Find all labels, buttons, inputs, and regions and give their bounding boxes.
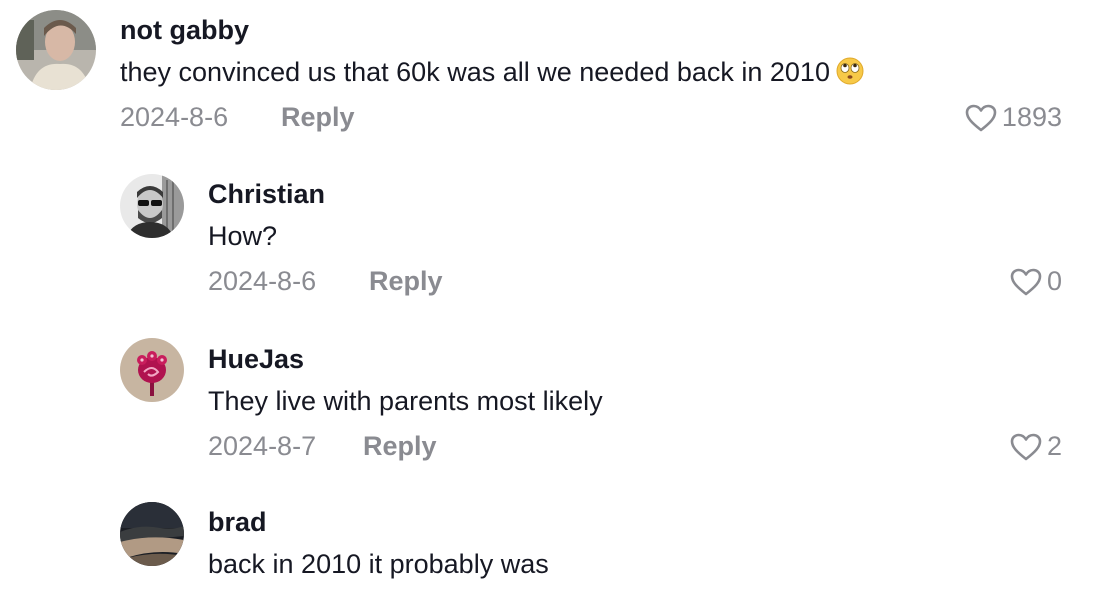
avatar[interactable]	[120, 338, 184, 402]
like-button[interactable]: 2	[1009, 431, 1062, 462]
like-count: 0	[1046, 266, 1062, 296]
comment-date: 2024-8-6	[120, 102, 229, 132]
avatar[interactable]	[16, 10, 96, 90]
reply-button[interactable]: Reply	[281, 102, 355, 133]
comment-username[interactable]: HueJas	[208, 344, 304, 375]
comment-username[interactable]: Christian	[208, 179, 325, 210]
comment-username[interactable]: brad	[208, 507, 267, 538]
comment-thread-main: not gabby they convinced us that 60k was…	[0, 0, 1098, 150]
reply-button[interactable]: Reply	[363, 431, 437, 462]
face-with-rolling-eyes-icon	[836, 57, 864, 92]
avatar[interactable]	[120, 502, 184, 566]
comment-date: 2024-8-6	[208, 266, 317, 296]
comment-date: 2024-8-7	[208, 431, 317, 461]
heart-icon	[1009, 432, 1043, 462]
heart-icon	[1009, 267, 1043, 297]
like-button[interactable]: 1893	[964, 102, 1062, 133]
comment-reply: HueJas They live with parents most likel…	[0, 330, 1098, 480]
like-count: 1893	[1001, 102, 1062, 132]
avatar[interactable]	[120, 174, 184, 238]
comment-reply: brad back in 2010 it probably was	[0, 494, 1098, 594]
comment-text: How?	[208, 221, 278, 251]
reply-button[interactable]: Reply	[369, 266, 443, 297]
comment-text: They live with parents most likely	[208, 386, 603, 416]
comment-username[interactable]: not gabby	[120, 15, 249, 46]
comment-text: they convinced us that 60k was all we ne…	[120, 57, 864, 92]
heart-icon	[964, 103, 998, 133]
comment-text-content: they convinced us that 60k was all we ne…	[120, 57, 830, 87]
like-count: 2	[1046, 431, 1062, 461]
like-button[interactable]: 0	[1009, 266, 1062, 297]
comment-reply: Christian How? 2024-8-6 Reply 0	[0, 165, 1098, 315]
comment-text: back in 2010 it probably was	[208, 549, 549, 579]
